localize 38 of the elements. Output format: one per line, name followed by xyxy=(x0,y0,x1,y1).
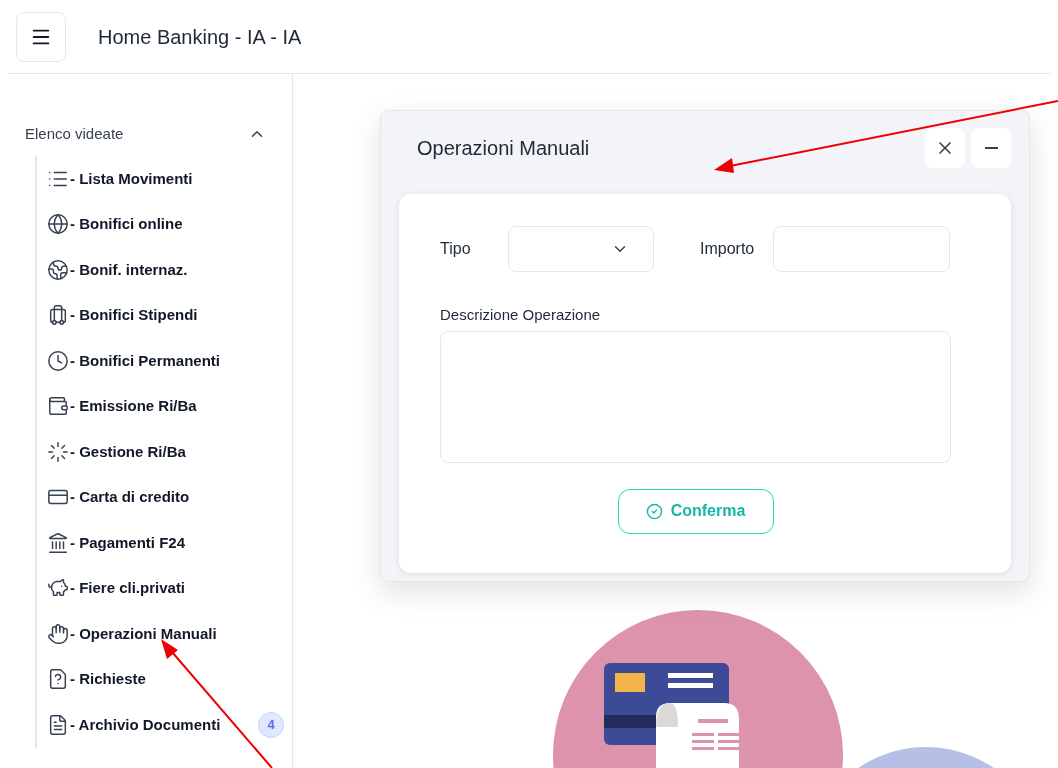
wallet-icon xyxy=(47,395,69,418)
count-badge: 4 xyxy=(258,711,284,738)
sidebar-item[interactable]: - Bonif. internaz. xyxy=(70,258,188,281)
sidebar-item[interactable]: - Gestione Ri/Ba xyxy=(70,440,186,463)
field-label: Importo xyxy=(700,239,756,259)
section-title: Elenco videate xyxy=(25,123,124,144)
question-file-icon xyxy=(47,668,69,691)
amount-field[interactable] xyxy=(773,226,950,272)
field-label: Tipo xyxy=(440,239,472,259)
loader-icon xyxy=(47,440,69,463)
bank-icon xyxy=(47,531,69,554)
globe-icon xyxy=(47,258,69,281)
menu-button[interactable] xyxy=(16,11,66,62)
minimize-button[interactable] xyxy=(971,128,1011,168)
close-button[interactable] xyxy=(925,128,965,168)
sidebar-item[interactable]: - Richieste xyxy=(70,668,146,691)
sidebar-item[interactable]: - Bonifici online xyxy=(70,213,183,236)
document-icon xyxy=(47,713,69,736)
sidebar-item[interactable]: - Bonifici Stipendi xyxy=(70,304,198,327)
sidebar-item[interactable]: - Operazioni Manuali xyxy=(70,622,217,645)
sidebar-item[interactable]: - Emissione Ri/Ba xyxy=(70,395,197,418)
dialog-title: Operazioni Manuali xyxy=(417,136,590,161)
sidebar-item[interactable]: - Bonifici Permanenti xyxy=(70,349,221,372)
description-field[interactable] xyxy=(440,330,951,463)
field-label: Descrizione Operazione xyxy=(440,305,602,325)
clock-icon xyxy=(47,349,69,372)
luggage-icon xyxy=(47,304,69,327)
sidebar-item[interactable]: - Pagamenti F24 xyxy=(70,531,186,554)
type-select[interactable] xyxy=(508,226,654,272)
minimize-icon xyxy=(984,147,998,149)
check-circle-icon xyxy=(645,502,663,520)
sidebar-item[interactable]: - Archivio Documenti xyxy=(70,713,221,736)
sidebar-item[interactable]: - Lista Movimenti xyxy=(70,167,193,190)
sidebar-item[interactable]: - Fiere cli.privati xyxy=(70,577,186,600)
app-title: Home Banking - IA - IA xyxy=(98,24,302,50)
hand-icon xyxy=(47,622,69,645)
globe-icon xyxy=(47,213,69,236)
sidebar-item[interactable]: - Carta di credito xyxy=(70,486,190,509)
